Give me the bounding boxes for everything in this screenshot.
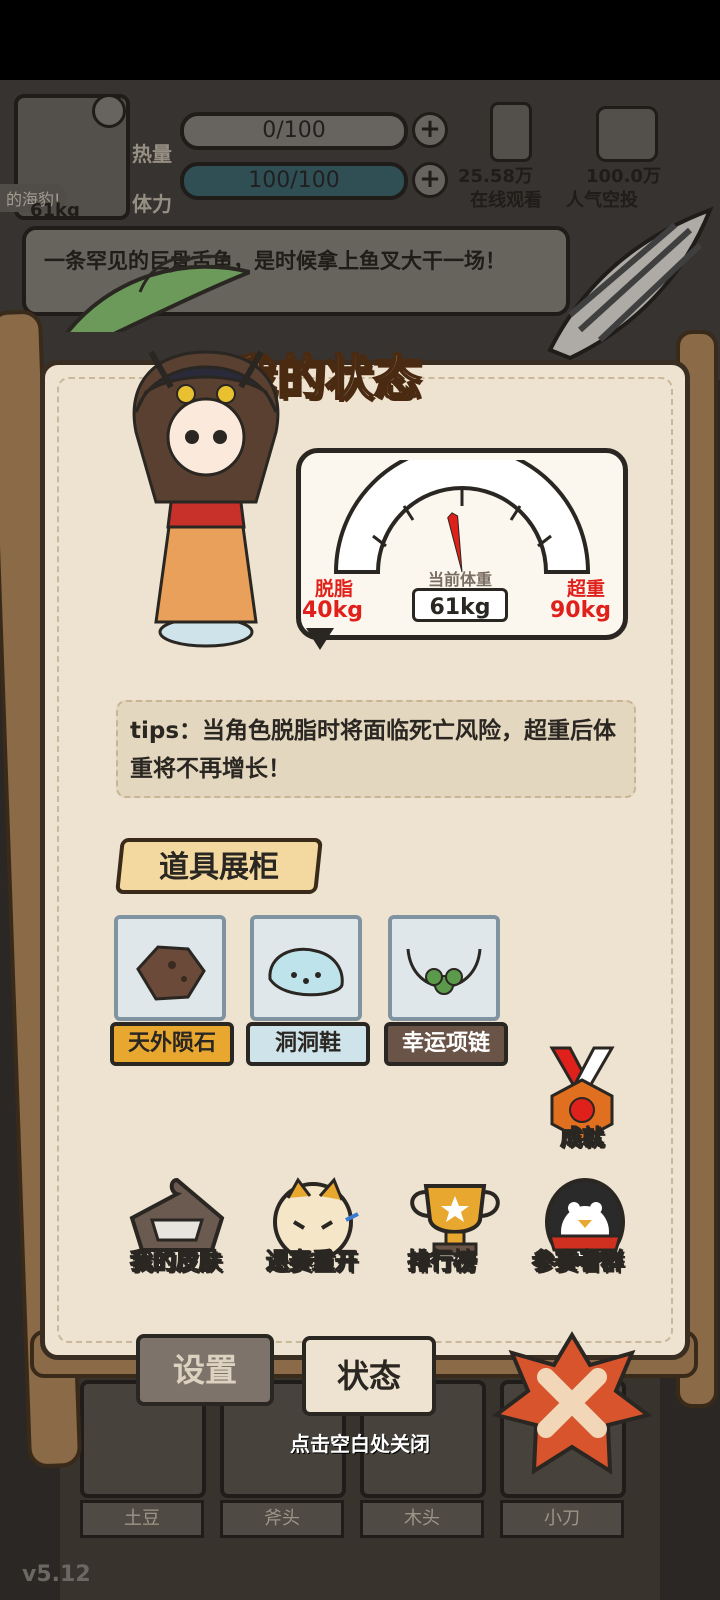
- current-weight-value: 61kg: [412, 588, 508, 622]
- prop-label-meteorite: 天外陨石: [110, 1022, 234, 1066]
- tips-text: tips：当角色脱脂时将面临死亡风险，超重后体重将不再增长！: [116, 700, 636, 798]
- prop-slot-clog-shoe[interactable]: [250, 915, 362, 1021]
- leaf-decoration-icon: [65, 254, 250, 332]
- gauge-needle: [447, 512, 463, 573]
- quit-restart-button[interactable]: 退赛重开: [242, 1242, 382, 1276]
- prop-label-clog-shoe: 洞洞鞋: [246, 1022, 370, 1066]
- scale-max-label: 超重: [566, 578, 605, 600]
- prop-label-necklace: 幸运项链: [384, 1022, 508, 1066]
- props-title: 道具展柜: [159, 850, 279, 885]
- leaderboard-button[interactable]: 排行榜: [372, 1242, 512, 1276]
- scale-min-label: 脱脂: [314, 578, 353, 600]
- bubble-tail: [306, 628, 334, 650]
- achievement-label[interactable]: 成就: [540, 1120, 624, 1152]
- tab-status[interactable]: 状态: [302, 1336, 436, 1416]
- character-avatar: [132, 350, 280, 648]
- meteorite-icon: [136, 945, 206, 1001]
- prop-slot-meteorite[interactable]: [114, 915, 226, 1021]
- weight-gauge: [333, 460, 591, 574]
- close-icon[interactable]: [492, 1325, 652, 1485]
- clover-necklace-icon: [406, 948, 482, 995]
- clog-shoe-icon: [268, 947, 344, 997]
- current-weight-label: 当前体重: [427, 570, 492, 589]
- close-hint[interactable]: 点击空白处关闭: [0, 1428, 720, 1457]
- my-skins-button[interactable]: 我的皮肤: [106, 1242, 246, 1276]
- participant-group-button[interactable]: 参赛者群: [508, 1242, 648, 1276]
- prop-slot-necklace[interactable]: [388, 915, 500, 1021]
- tab-settings[interactable]: 设置: [136, 1334, 274, 1406]
- scale-max-value: 90kg: [550, 598, 611, 623]
- scale-min-value: 40kg: [302, 598, 363, 623]
- game-screen: 的海豹! 61kg 热量 0/100 + 体力 100/100 + 25.58万…: [0, 80, 720, 1600]
- panel-title: 我的状态: [228, 349, 422, 407]
